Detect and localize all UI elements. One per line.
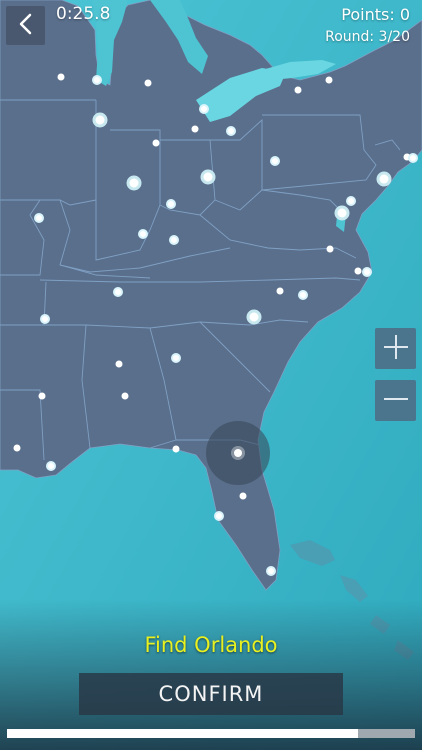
city-dot (121, 392, 129, 400)
city-dot (13, 444, 21, 452)
zoom-out-button[interactable] (375, 380, 416, 421)
city-dot (126, 175, 142, 191)
city-dot (276, 287, 284, 295)
city-dot (40, 314, 50, 324)
zoom-in-button[interactable] (375, 328, 416, 369)
find-prompt: Find Orlando (144, 633, 278, 657)
city-dot (138, 229, 148, 239)
city-dot (152, 139, 160, 147)
city-dot (226, 126, 236, 136)
city-dot (172, 445, 180, 453)
city-dot (354, 267, 362, 275)
city-dot (270, 156, 280, 166)
city-dot (200, 169, 216, 185)
back-button[interactable] (6, 6, 45, 45)
city-dot (46, 461, 56, 471)
city-dot (298, 290, 308, 300)
city-dot (92, 112, 108, 128)
city-dot (34, 213, 44, 223)
city-dot (294, 86, 302, 94)
city-dot (191, 125, 199, 133)
city-dot (266, 566, 276, 576)
city-dot (57, 73, 65, 81)
confirm-button[interactable]: CONFIRM (79, 673, 343, 715)
city-dot (376, 171, 392, 187)
city-dot (144, 79, 152, 87)
plus-icon (383, 334, 409, 364)
chevron-left-icon (17, 13, 35, 39)
round-display: Round: 3/20 (325, 29, 410, 45)
city-dot (38, 392, 46, 400)
city-dot (166, 199, 176, 209)
city-dot (214, 511, 224, 521)
city-dot (169, 235, 179, 245)
city-dot (326, 245, 334, 253)
city-dot (408, 153, 418, 163)
city-dot (346, 196, 356, 206)
city-dot (362, 267, 372, 277)
city-dot (246, 309, 262, 325)
points-display: Points: 0 (341, 5, 410, 24)
city-dot (325, 76, 333, 84)
city-dot (92, 75, 102, 85)
city-dot (115, 360, 123, 368)
city-dot (239, 492, 247, 500)
time-progress-fill (7, 729, 358, 738)
time-progress-bar (7, 729, 415, 738)
minus-icon (383, 386, 409, 416)
city-dot (199, 104, 209, 114)
city-dot (113, 287, 123, 297)
timer: 0:25.8 (56, 4, 111, 24)
city-dot (171, 353, 181, 363)
city-dot (334, 205, 350, 221)
